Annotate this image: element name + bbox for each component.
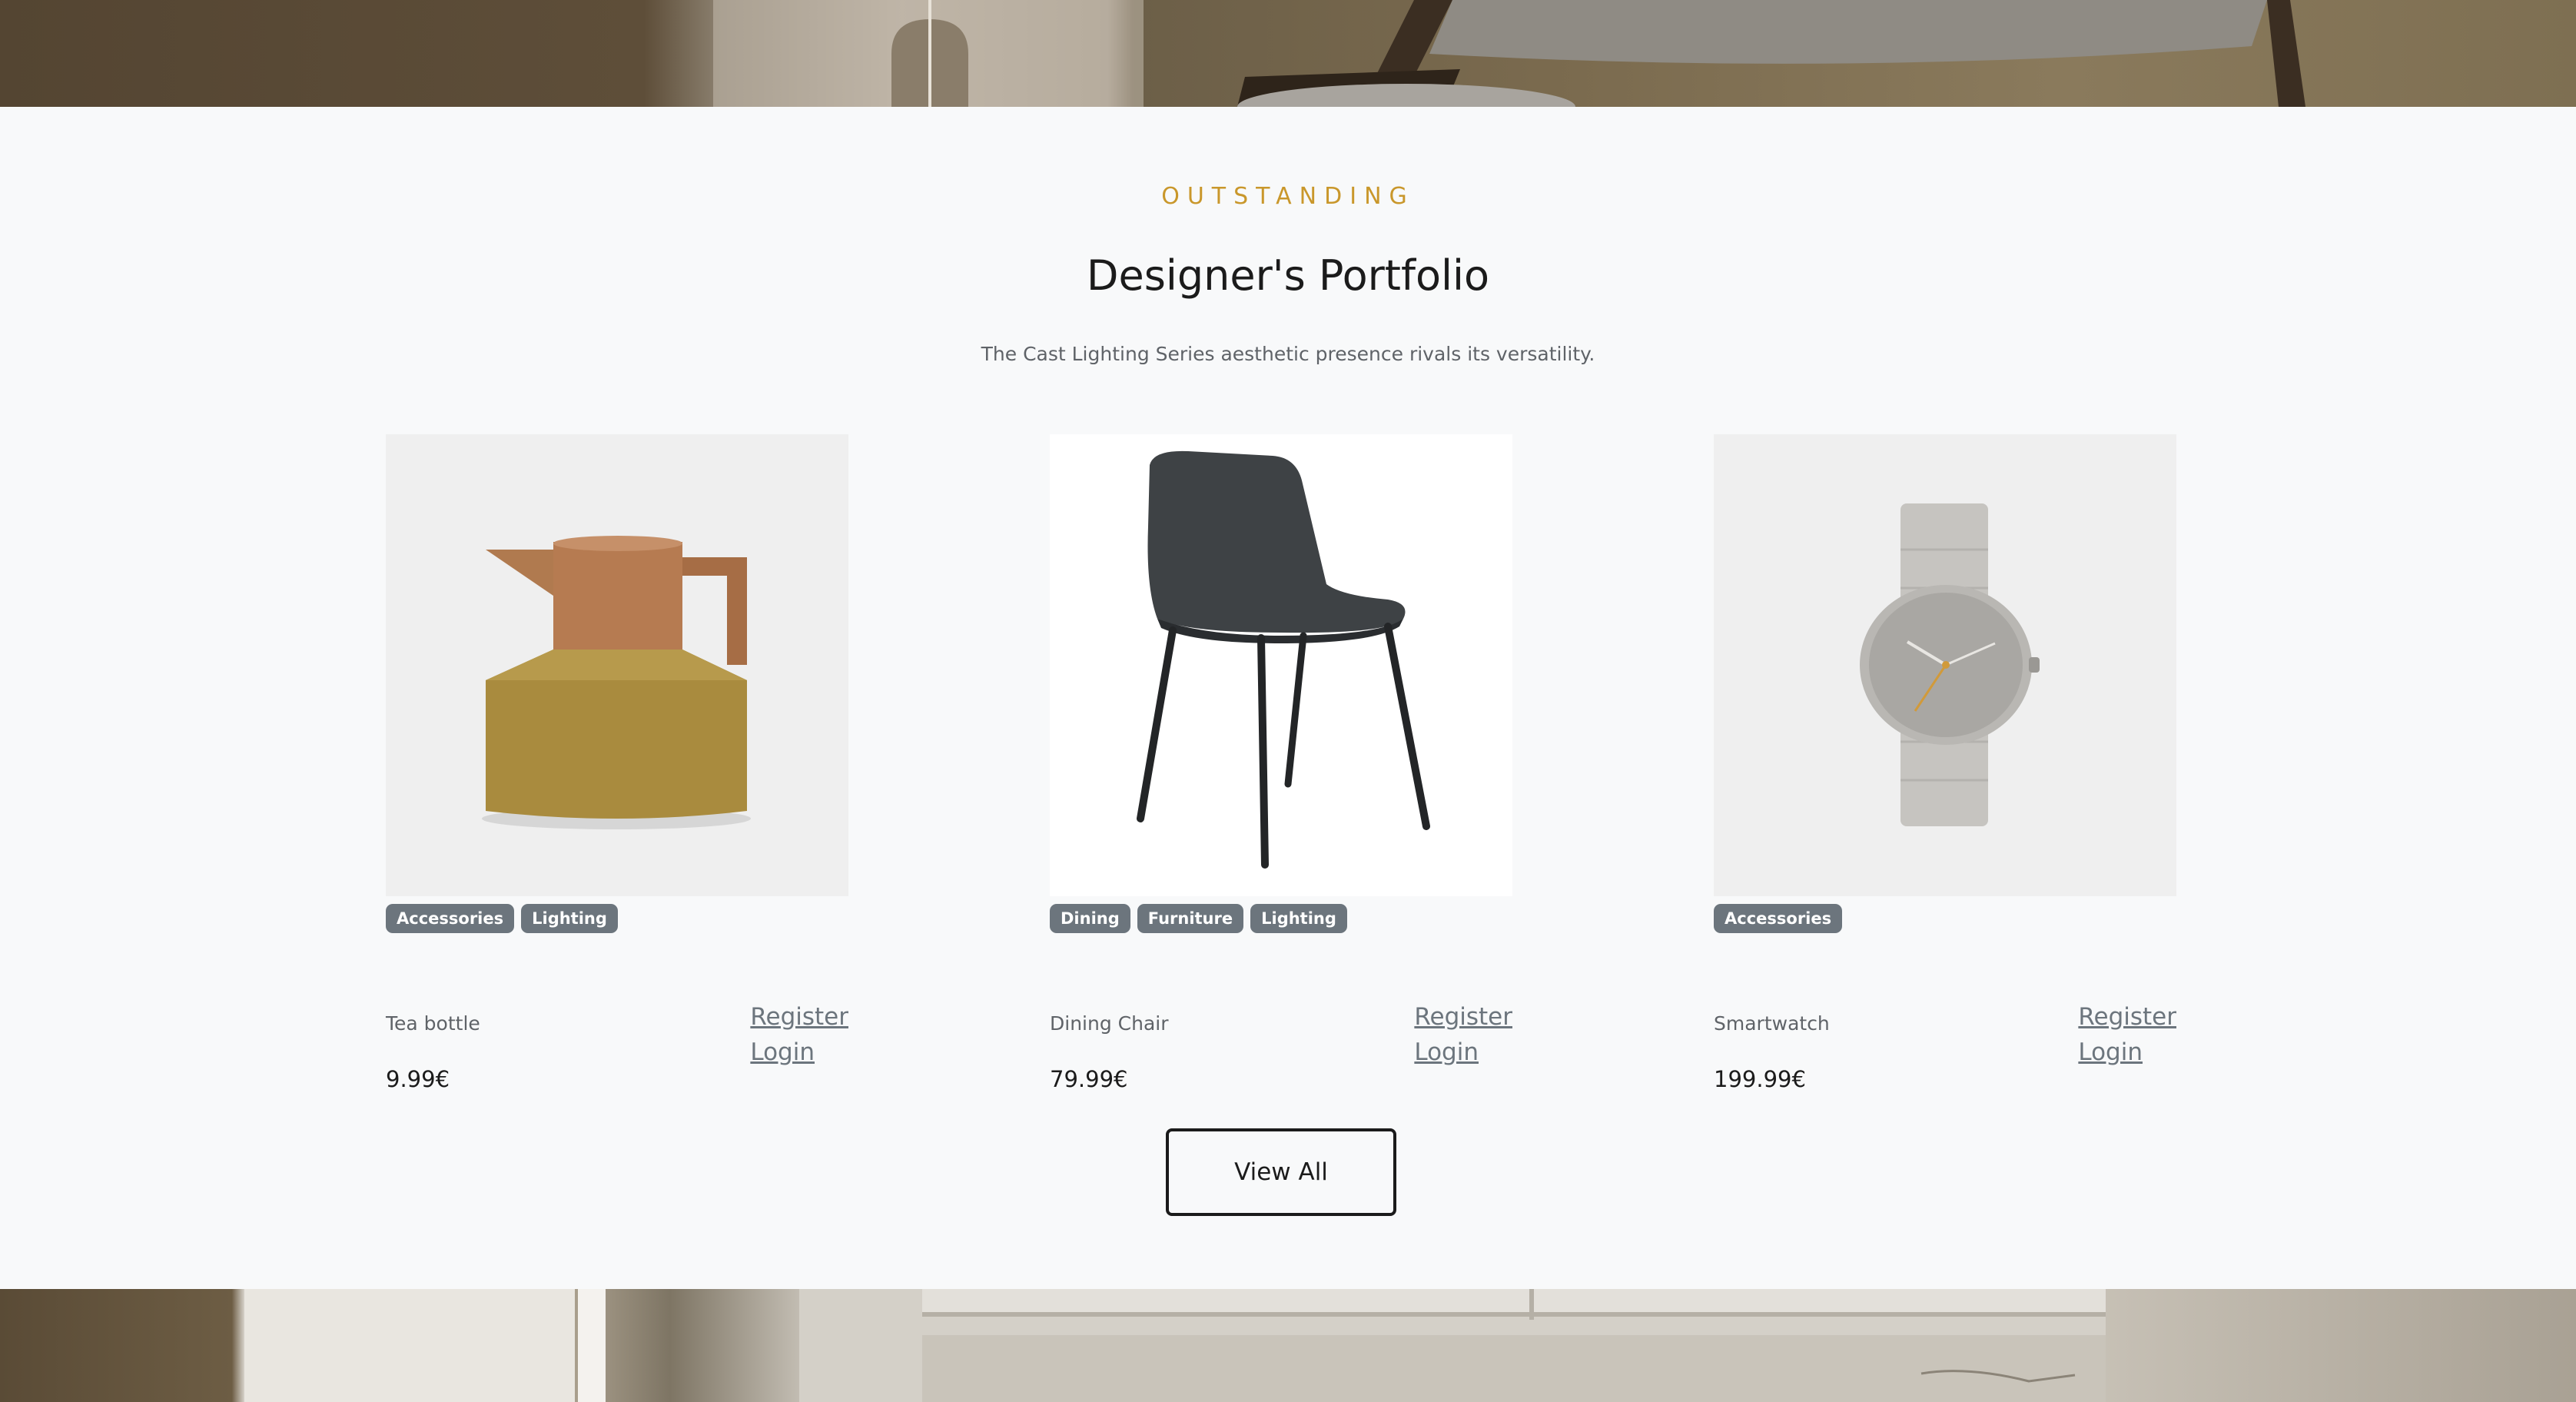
tag-lighting[interactable]: Lighting <box>521 904 618 933</box>
bottom-hero-image <box>0 1289 2576 1402</box>
top-hero-image <box>0 0 2576 107</box>
product-card-dining-chair: Dining Furniture Lighting Dining Chair 7… <box>1050 434 1512 1092</box>
register-link[interactable]: Register <box>2078 999 2176 1035</box>
tag-accessories[interactable]: Accessories <box>386 904 515 933</box>
product-name: Dining Chair <box>1050 1012 1169 1035</box>
product-name: Tea bottle <box>386 1012 480 1035</box>
dining-chair-image[interactable] <box>1050 434 1512 896</box>
login-link[interactable]: Login <box>1414 1035 1512 1070</box>
section-subtitle: The Cast Lighting Series aesthetic prese… <box>981 343 1595 365</box>
interior-photo-bottom <box>244 1289 2106 1402</box>
product-card-smartwatch: Accessories Smartwatch 199.99€ Register … <box>1714 434 2176 1092</box>
product-auth-links: Register Login <box>2078 999 2176 1070</box>
interior-photo-top <box>713 0 2305 107</box>
designers-portfolio-section: OUTSTANDING Designer's Portfolio The Cas… <box>0 107 2576 1289</box>
product-price: 199.99€ <box>1714 1066 1806 1092</box>
view-all-button[interactable]: View All <box>1166 1128 1396 1216</box>
product-price: 9.99€ <box>386 1066 450 1092</box>
product-name: Smartwatch <box>1714 1012 1830 1035</box>
product-auth-links: Register Login <box>750 999 848 1070</box>
login-link[interactable]: Login <box>750 1035 848 1070</box>
smartwatch-image[interactable] <box>1714 434 2176 896</box>
product-card-tea-bottle: Accessories Lighting Tea bottle 9.99€ Re… <box>386 434 848 1092</box>
product-price: 79.99€ <box>1050 1066 1128 1092</box>
login-link[interactable]: Login <box>2078 1035 2176 1070</box>
tag-lighting[interactable]: Lighting <box>1250 904 1347 933</box>
product-tags: Accessories Lighting <box>386 904 618 933</box>
product-tags: Accessories <box>1714 904 1843 933</box>
tag-accessories[interactable]: Accessories <box>1714 904 1843 933</box>
section-eyebrow: OUTSTANDING <box>1161 183 1415 210</box>
tag-furniture[interactable]: Furniture <box>1137 904 1244 933</box>
section-title: Designer's Portfolio <box>1086 251 1490 300</box>
dining-chair-icon <box>1050 434 1512 896</box>
tag-dining[interactable]: Dining <box>1050 904 1130 933</box>
product-auth-links: Register Login <box>1414 999 1512 1070</box>
tea-bottle-image[interactable] <box>386 434 848 896</box>
register-link[interactable]: Register <box>1414 999 1512 1035</box>
register-link[interactable]: Register <box>750 999 848 1035</box>
product-tags: Dining Furniture Lighting <box>1050 904 1347 933</box>
smartwatch-icon <box>1714 434 2176 896</box>
tea-bottle-icon <box>386 434 848 896</box>
